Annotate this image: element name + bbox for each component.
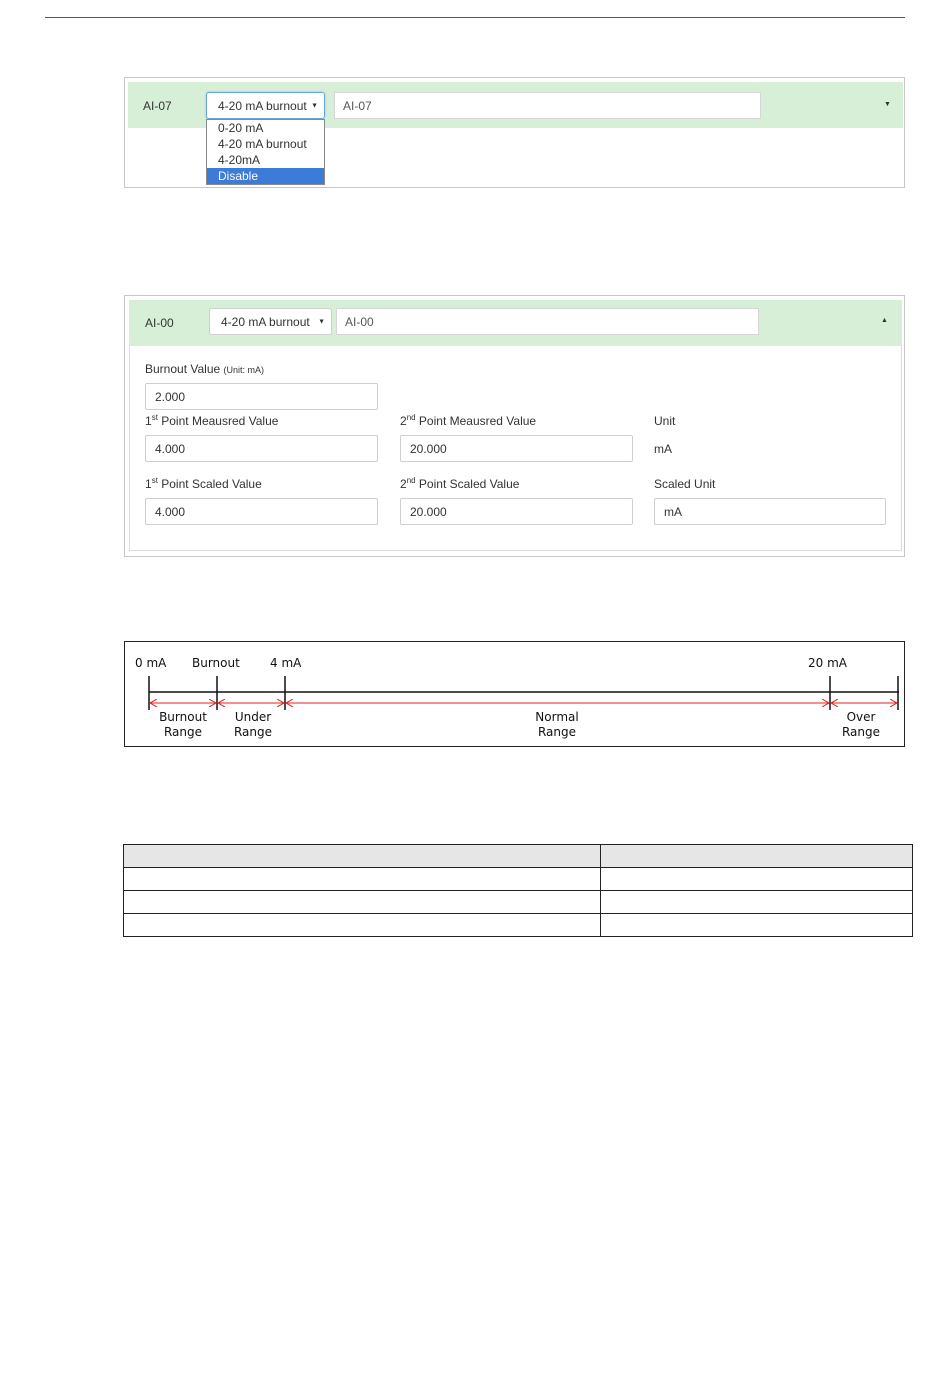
point1-measured-label: 1st Point Meausred Value <box>145 413 278 428</box>
point1-scaled-label-num: 1 <box>145 477 152 491</box>
point1-measured-input[interactable]: 4.000 <box>145 435 378 462</box>
burnout-value-label-text: Burnout Value <box>145 362 221 376</box>
point1-scaled-input[interactable]: 4.000 <box>145 498 378 525</box>
collapse-toggle-icon[interactable]: ▲ <box>881 317 888 324</box>
mode-select[interactable]: 4-20 mA burnout ▼ <box>206 92 325 119</box>
channel-name-input[interactable]: AI-07 <box>334 92 761 119</box>
point2-measured-label-num: 2 <box>400 414 407 428</box>
point2-measured-label-text: Point Meausred Value <box>415 414 537 428</box>
table-header-cell <box>123 844 601 868</box>
point1-scaled-label: 1st Point Scaled Value <box>145 476 262 491</box>
expand-toggle-icon[interactable]: ▼ <box>884 101 891 108</box>
table-header-cell <box>600 844 913 868</box>
point2-measured-label-sup: nd <box>406 413 416 422</box>
range-label-under: Under Range <box>223 710 283 740</box>
point1-measured-label-num: 1 <box>145 414 152 428</box>
page-top-rule <box>45 17 905 18</box>
mode-select-value: 4-20 mA burnout <box>218 98 307 113</box>
range-label-normal-line2: Range <box>537 725 577 739</box>
burnout-value-label: Burnout Value (Unit: mA) <box>145 362 264 376</box>
scaled-unit-label: Scaled Unit <box>654 477 716 491</box>
tick-label-20ma: 20 mA <box>808 656 847 670</box>
range-label-burnout: Burnout Range <box>153 710 213 740</box>
point2-measured-value: 20.000 <box>410 441 447 456</box>
range-label-under-line1: Under <box>234 710 272 724</box>
unit-value: mA <box>654 442 672 456</box>
table-cell <box>600 913 913 937</box>
mode-select[interactable]: 4-20 mA burnout ▼ <box>209 308 332 335</box>
burnout-value-input[interactable]: 2.000 <box>145 383 378 410</box>
point2-scaled-label-sup: nd <box>406 476 416 485</box>
channel-name-input[interactable]: AI-00 <box>336 308 759 335</box>
point1-measured-value: 4.000 <box>155 441 186 456</box>
table-row <box>123 867 913 891</box>
table-cell <box>123 913 601 937</box>
point2-scaled-label-num: 2 <box>400 477 407 491</box>
table-cell <box>600 890 913 914</box>
scaled-unit-input[interactable]: mA <box>654 498 886 525</box>
table-cell <box>600 867 913 891</box>
burnout-range-diagram: 0 mA Burnout 4 mA 20 mA Burnout Range Un… <box>124 641 905 747</box>
channel-name-value: AI-00 <box>345 314 374 329</box>
unit-label: Unit <box>654 414 676 428</box>
range-label-under-line2: Range <box>233 725 273 739</box>
point1-scaled-label-text: Point Scaled Value <box>157 477 262 491</box>
table-cell <box>123 890 601 914</box>
chevron-down-icon: ▼ <box>318 318 325 325</box>
burnout-unit-note: (Unit: mA) <box>223 365 265 375</box>
tick-label-0ma: 0 mA <box>135 656 167 670</box>
dropdown-option-4-20ma-burnout[interactable]: 4-20 mA burnout <box>207 136 324 152</box>
point2-scaled-input[interactable]: 20.000 <box>400 498 633 525</box>
mode-dropdown-list: 0-20 mA 4-20 mA burnout 4-20mA Disable <box>206 119 325 185</box>
dropdown-option-disable[interactable]: Disable <box>207 168 324 184</box>
table-row <box>123 913 913 937</box>
tick-label-4ma: 4 mA <box>270 656 302 670</box>
range-label-normal-line1: Normal <box>535 710 579 724</box>
point2-measured-input[interactable]: 20.000 <box>400 435 633 462</box>
dropdown-option-0-20ma[interactable]: 0-20 mA <box>207 120 324 136</box>
point1-measured-label-text: Point Meausred Value <box>157 414 279 428</box>
scaled-unit-value: mA <box>664 504 682 519</box>
table-cell <box>123 867 601 891</box>
blank-table <box>123 844 913 937</box>
chevron-down-icon: ▼ <box>311 102 318 109</box>
mode-select-value: 4-20 mA burnout <box>221 314 310 329</box>
range-label-over-line1: Over <box>846 710 876 724</box>
range-label-over: Over Range <box>831 710 891 740</box>
channel-name-value: AI-07 <box>343 98 372 113</box>
point2-measured-label: 2nd Point Meausred Value <box>400 413 536 428</box>
point2-scaled-label-text: Point Scaled Value <box>415 477 520 491</box>
table-header-row <box>123 844 913 868</box>
range-label-burnout-line2: Range <box>163 725 203 739</box>
dropdown-option-4-20ma[interactable]: 4-20mA <box>207 152 324 168</box>
table-row <box>123 890 913 914</box>
channel-label: AI-07 <box>143 99 172 113</box>
channel-label: AI-00 <box>145 316 174 330</box>
range-label-normal: Normal Range <box>527 710 587 740</box>
range-label-over-line2: Range <box>841 725 881 739</box>
point2-scaled-value: 20.000 <box>410 504 447 519</box>
point1-scaled-value: 4.000 <box>155 504 186 519</box>
burnout-value: 2.000 <box>155 389 186 404</box>
range-label-burnout-line1: Burnout <box>159 710 207 724</box>
tick-label-burnout: Burnout <box>192 656 240 670</box>
point2-scaled-label: 2nd Point Scaled Value <box>400 476 519 491</box>
